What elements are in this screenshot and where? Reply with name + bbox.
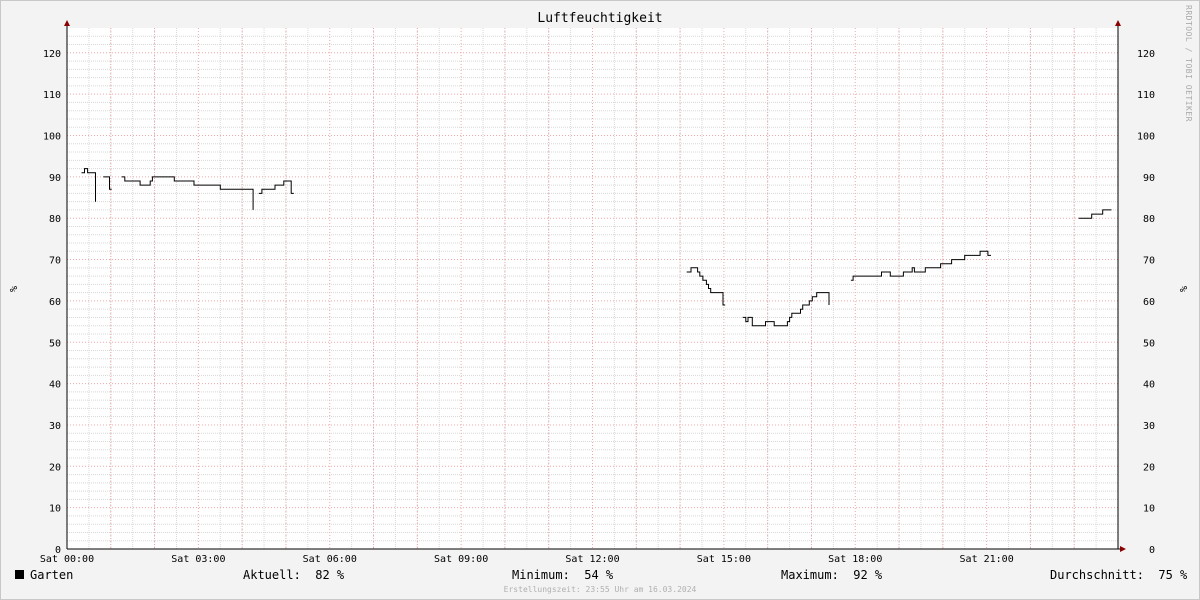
y-tick-label: 80	[49, 214, 61, 225]
legend-durchschnitt: Durchschnitt: 75 %	[1050, 568, 1188, 582]
y-tick-label: 110	[43, 90, 61, 101]
y-tick-label: 90	[1143, 173, 1155, 184]
y-tick-label: 10	[1143, 504, 1155, 515]
y-tick-label: 80	[1143, 214, 1155, 225]
y-tick-label: 70	[49, 256, 61, 267]
y-tick-label: 100	[1137, 132, 1155, 143]
y-tick-label: 60	[49, 297, 61, 308]
y-axis-label-right: %	[1177, 286, 1188, 292]
y-tick-label: 30	[49, 421, 61, 432]
y-tick-label: 20	[49, 462, 61, 473]
y-tick-label: 50	[1143, 338, 1155, 349]
x-tick-label: Sat 18:00	[828, 554, 882, 565]
x-tick-label: Sat 00:00	[40, 554, 94, 565]
x-tick-labels: Sat 00:00 Sat 03:00 Sat 06:00 Sat 09:00 Sat …	[40, 554, 1014, 565]
y-tick-label: 60	[1143, 297, 1155, 308]
y-tick-label: 70	[1143, 256, 1155, 267]
y-tick-labels-right: 0 10 20 30 40 50 60 70 80 90 100 110 120	[1137, 49, 1155, 556]
y-tick-label: 40	[49, 380, 61, 391]
y-tick-labels-left: 0102030405060708090100110120	[43, 49, 61, 556]
y-tick-label: 10	[49, 504, 61, 515]
x-axis-arrow	[1120, 546, 1126, 552]
y-tick-label: 30	[1143, 421, 1155, 432]
x-tick-label: Sat 09:00	[434, 554, 488, 565]
x-tick-label: Sat 03:00	[171, 554, 225, 565]
y-tick-label: 20	[1143, 462, 1155, 473]
legend-minimum: Minimum: 54 %	[512, 568, 614, 582]
legend-series-name: Garten	[30, 568, 74, 582]
y-tick-label: 120	[1137, 49, 1155, 60]
y-tick-label: 100	[43, 132, 61, 143]
y-axis-arrow-right	[1115, 20, 1121, 26]
footer-timestamp: Erstellungszeit: 23:55 Uhr am 16.03.2024	[503, 585, 697, 594]
y-tick-label: 40	[1143, 380, 1155, 391]
y-tick-label: 0	[1149, 545, 1155, 556]
y-tick-label: 120	[43, 49, 61, 60]
chart-svg: 0 10 20 30 40 50 60 70 80 90 100 110 120 0 10 20 30 40 50…	[7, 20, 1188, 565]
y-tick-label: 50	[49, 338, 61, 349]
legend-maximum: Maximum: 92 %	[781, 568, 883, 582]
x-tick-label: Sat 21:00	[960, 554, 1014, 565]
legend-swatch	[15, 570, 24, 579]
legend-aktuell: Aktuell: 82 %	[243, 568, 345, 582]
y-tick-label: 90	[49, 173, 61, 184]
x-tick-label: Sat 15:00	[697, 554, 751, 565]
y-axis-label-left: %	[7, 286, 18, 292]
x-tick-label: Sat 12:00	[565, 554, 619, 565]
y-axis-arrow-left	[64, 20, 70, 26]
y-tick-label: 110	[1137, 90, 1155, 101]
x-tick-label: Sat 06:00	[303, 554, 357, 565]
